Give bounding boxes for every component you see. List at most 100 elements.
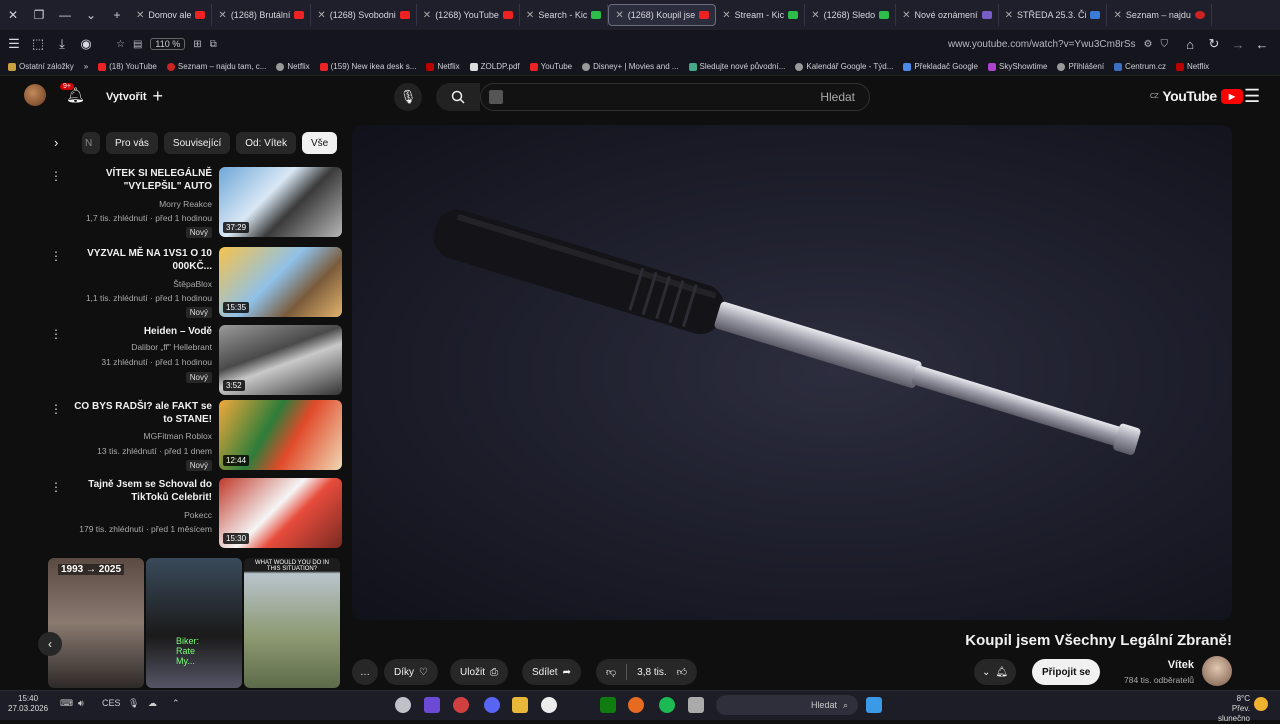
tab-active[interactable]: ✕ (1268) Koupil jse (608, 4, 717, 26)
recommendation-item[interactable]: 37:29 VÍTEK SI NELEGÁLNĚ "VYLEPŠIL" AUTO… (50, 167, 342, 238)
task-view-icon[interactable] (688, 697, 704, 713)
video-thumbnail[interactable]: 37:29 (219, 167, 342, 237)
language-indicator[interactable]: CES (102, 698, 121, 708)
recommendation-item[interactable]: 12:44 CO BYS RADŠI? ale FAKT se to STANE… (50, 400, 342, 471)
firefox-icon[interactable] (628, 697, 644, 713)
tab-close-icon[interactable]: ✕ (1113, 10, 1121, 21)
video-title[interactable]: CO BYS RADŠI? ale FAKT se to STANE! (62, 400, 212, 426)
bookmark[interactable]: Přihlášení (1057, 62, 1104, 71)
channel-name[interactable]: MGFitman Roblox (62, 431, 213, 441)
channel-name[interactable]: Dalibor „ff" Hellebrant (62, 342, 212, 352)
chip-for-you[interactable]: Pro vás (106, 132, 158, 154)
bookmark[interactable]: Disney+ | Movies and ... (582, 62, 679, 71)
window-maximize-icon[interactable]: ❐ (26, 0, 52, 30)
bookmark[interactable]: Netflix (276, 62, 310, 71)
reload-icon[interactable]: ↻ (1202, 36, 1226, 52)
back-icon[interactable]: ← (1250, 37, 1274, 52)
tab[interactable]: ✕ (1268) Brutální (212, 4, 312, 26)
share-button[interactable]: Sdílet ➦ (522, 659, 581, 685)
tab-close-icon[interactable]: ✕ (1005, 10, 1013, 21)
recommendation-item[interactable]: 15:35 VYZVAL MĚ NA 1VS1 O 10 000KČ... Št… (50, 247, 342, 318)
youtube-logo[interactable]: CZ YouTube ▶ (1150, 88, 1243, 104)
zoom-level[interactable]: 110 % (150, 38, 186, 50)
join-button[interactable]: Připojit se (1032, 659, 1101, 685)
tab-close-icon[interactable]: ✕ (902, 10, 910, 21)
window-minimize-icon[interactable]: — (52, 0, 78, 30)
create-button[interactable]: Vytvořit + (106, 86, 163, 107)
bookmark[interactable]: ZOLDP.pdf (469, 62, 520, 71)
bookmark[interactable]: Sledujte nové původní... (688, 62, 785, 71)
tab-close-icon[interactable]: ✕ (317, 10, 325, 21)
bookmark[interactable]: Seznam – najdu tam, c... (166, 62, 266, 71)
notification-tray-icon[interactable]: ⌨ (60, 698, 73, 709)
bookmark[interactable]: (18) YouTube (98, 62, 157, 71)
video-title[interactable]: VYZVAL MĚ NA 1VS1 O 10 000KČ... (62, 247, 212, 273)
tab[interactable]: ✕ (1268) Sledo (805, 4, 897, 26)
keyboard-icon[interactable] (489, 90, 503, 104)
short-item[interactable]: Biker: Rate My... (146, 558, 242, 688)
volume-icon[interactable]: 🔊︎ (78, 698, 84, 709)
shorts-prev-icon[interactable]: ‹ (38, 632, 62, 656)
video-title[interactable]: Tajně Jsem se Schoval do TikToků Celebri… (62, 478, 212, 504)
more-options-icon[interactable]: ⋮ (50, 480, 62, 494)
permissions-icon[interactable]: ⚙ (1144, 39, 1153, 50)
short-item[interactable]: WHAT WOULD YOU DO IN THIS SITUATION? (244, 558, 340, 688)
folder-icon[interactable] (512, 697, 528, 713)
tab-close-icon[interactable]: ✕ (136, 10, 144, 21)
subscribed-button[interactable]: ⌄ 🔔︎ (974, 659, 1017, 685)
start-icon[interactable] (866, 697, 882, 713)
bookmark[interactable]: Překladač Google (903, 62, 978, 71)
bookmark[interactable]: Netflix (1175, 62, 1209, 71)
address-bar[interactable]: ☆ ▤ 110 % ⊞ ⧉ www.youtube.com/watch?v=Yw… (106, 34, 1178, 54)
dislike-icon[interactable]: 👎︎ (606, 666, 616, 678)
avatar[interactable] (24, 84, 46, 106)
bookmark[interactable]: SkyShowtime (988, 62, 1047, 71)
more-options-icon[interactable]: ⋮ (50, 249, 62, 263)
channel-name[interactable]: Pokecc (62, 510, 212, 520)
shield-icon[interactable]: ⛉ (1161, 39, 1169, 50)
short-item[interactable]: 1993 → 2025 (48, 558, 144, 688)
search-button[interactable] (436, 83, 480, 111)
chip-all[interactable]: Vše (301, 132, 338, 154)
tab[interactable]: ✕ Nové oznámení (896, 4, 999, 26)
home-icon[interactable]: ⌂ (1178, 37, 1202, 52)
forward-icon[interactable]: → (1226, 37, 1250, 52)
thanks-button[interactable]: Díky ♡ (384, 659, 438, 685)
downloads-icon[interactable]: ⤓ (50, 36, 74, 52)
bookmark[interactable]: YouTube (529, 62, 572, 71)
spotify-icon[interactable] (659, 697, 675, 713)
more-options-icon[interactable]: ⋮ (50, 169, 62, 183)
recommendation-item[interactable]: 3:52 Heiden – Vodě Dalibor „ff" Hellebra… (50, 325, 342, 395)
more-options-icon[interactable]: ⋮ (50, 402, 62, 416)
tab[interactable]: ✕ Domov ale (130, 4, 213, 26)
tab-close-icon[interactable]: ✕ (615, 10, 623, 21)
tab-close-icon[interactable]: ✕ (526, 10, 534, 21)
mic-icon[interactable]: 🎙︎ (128, 698, 139, 709)
clock[interactable]: 15:40 27.03.2026 (8, 694, 48, 714)
account-icon[interactable]: ◉ (74, 36, 98, 52)
app-icon[interactable] (453, 697, 469, 713)
tab[interactable]: ✕ STŘEDA 25.3. Či (999, 4, 1108, 26)
channel-name[interactable]: ŠtěpaBlox (62, 279, 212, 289)
like-count[interactable]: 3,8 tis. (637, 667, 666, 678)
pip-icon[interactable]: ⧉ (210, 39, 217, 50)
chips-next-icon[interactable]: › (54, 135, 58, 150)
tab[interactable]: ✕ Seznam – najdu (1107, 4, 1212, 26)
more-actions-button[interactable]: … (352, 659, 378, 685)
bookmark-star-icon[interactable]: ☆ (116, 39, 125, 50)
tab-close-icon[interactable]: ✕ (811, 10, 819, 21)
menu-icon[interactable]: ☰ (2, 36, 26, 52)
chatgpt-icon[interactable] (541, 697, 557, 713)
taskbar-search[interactable]: Hledat ⌕ (716, 695, 858, 715)
search-input[interactable]: Hledat (480, 83, 870, 111)
tab-close-icon[interactable]: ✕ (423, 10, 431, 21)
video-title[interactable]: VÍTEK SI NELEGÁLNĚ "VYLEPŠIL" AUTO (62, 167, 212, 193)
video-thumbnail[interactable]: 12:44 (219, 400, 342, 470)
recommendation-item[interactable]: 15:30 Tajně Jsem se Schoval do TikToků C… (50, 478, 342, 548)
tab[interactable]: ✕ Stream - Kic (716, 4, 806, 26)
guide-menu-icon[interactable]: ☰ (1244, 86, 1260, 107)
video-thumbnail[interactable]: 15:35 (219, 247, 342, 317)
video-thumbnail[interactable]: 15:30 (219, 478, 342, 548)
bookmark[interactable]: (159) New ikea desk s... (319, 62, 416, 71)
tab-close-icon[interactable]: ✕ (218, 10, 226, 21)
